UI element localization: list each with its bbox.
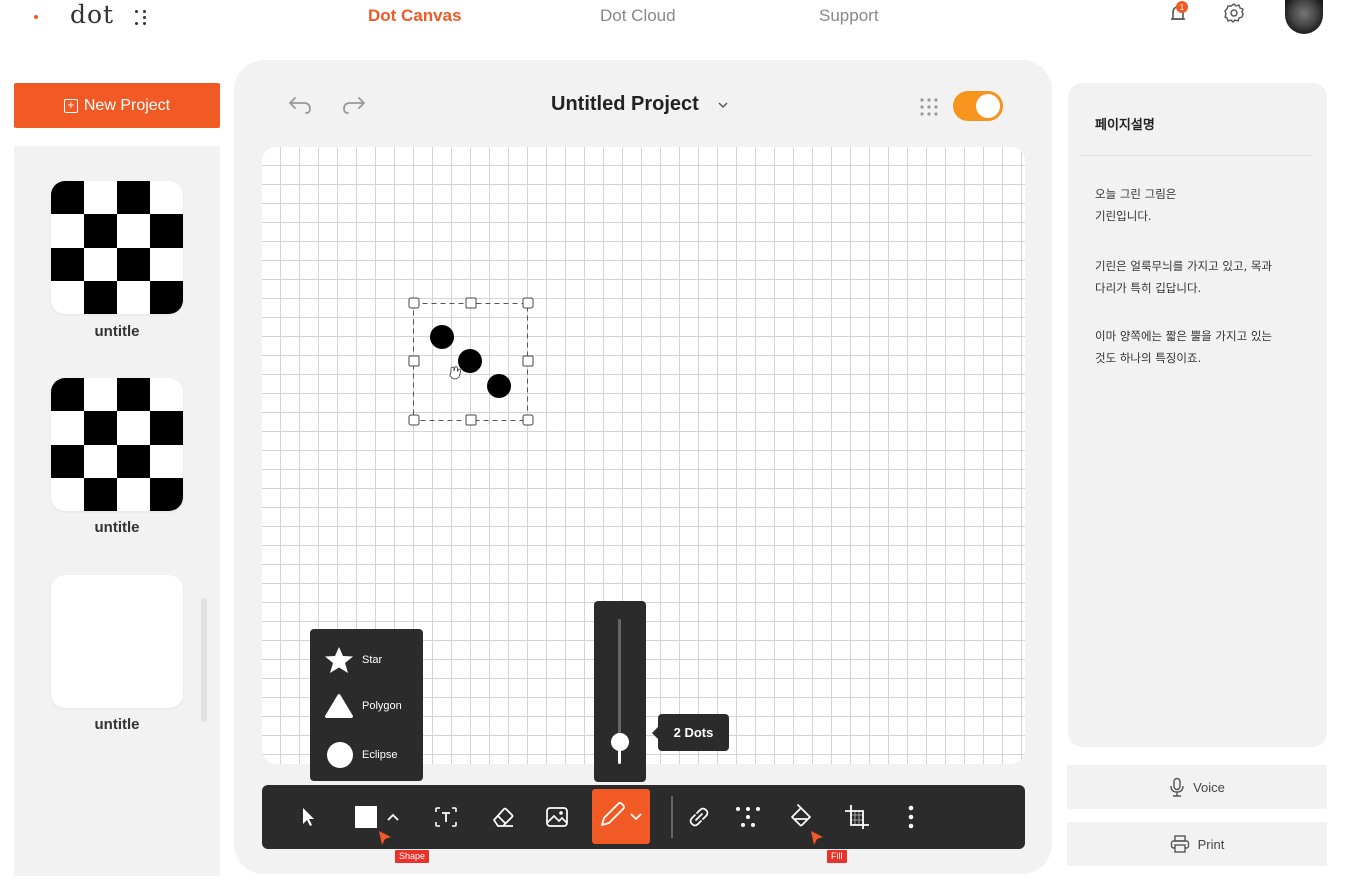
printer-icon	[1170, 835, 1189, 853]
project-thumbnail[interactable]	[51, 378, 183, 511]
toolbar-divider	[671, 796, 673, 838]
canvas-dot[interactable]	[458, 349, 482, 373]
bell-icon[interactable]: 1	[1166, 0, 1192, 30]
print-label: Print	[1197, 836, 1225, 852]
resize-handle[interactable]	[465, 414, 477, 426]
fill-icon[interactable]	[786, 800, 816, 834]
plus-icon: +	[63, 98, 78, 113]
more-icon[interactable]	[903, 800, 919, 834]
voice-button[interactable]: Voice	[1067, 765, 1327, 809]
hand-cursor-icon	[449, 366, 461, 380]
crop-icon[interactable]	[842, 800, 872, 834]
resize-handle[interactable]	[522, 355, 534, 367]
nav-dot-cloud[interactable]: Dot Cloud	[600, 6, 676, 26]
shape-tool-button[interactable]	[352, 800, 402, 834]
project-label[interactable]: untitle	[51, 519, 183, 536]
nav-support[interactable]: Support	[819, 6, 879, 26]
microphone-icon	[1170, 777, 1184, 797]
star-icon	[325, 647, 353, 673]
link-icon[interactable]	[685, 800, 713, 834]
new-project-label: New Project	[83, 96, 171, 114]
description-title: 페이지설명	[1095, 118, 1155, 133]
project-label[interactable]: untitle	[51, 716, 183, 733]
print-button[interactable]: Print	[1067, 822, 1327, 866]
toggle-knob	[976, 94, 1000, 118]
project-thumbnail[interactable]	[51, 575, 183, 708]
avatar[interactable]	[1285, 0, 1323, 34]
shape-option-label: Star	[362, 654, 383, 666]
eraser-icon[interactable]	[489, 800, 517, 834]
select-icon[interactable]	[297, 800, 319, 834]
shape-tool-tag: Shape	[395, 850, 430, 863]
nav-dot-canvas[interactable]: Dot Canvas	[368, 6, 462, 26]
cursor-arrow-icon	[811, 831, 823, 845]
project-title[interactable]: Untitled Project	[551, 93, 699, 116]
logo-dots-icon	[134, 7, 148, 27]
text-icon[interactable]	[432, 800, 460, 834]
project-list-scrollbar[interactable]	[201, 598, 207, 722]
resize-handle[interactable]	[522, 414, 534, 426]
resize-handle[interactable]	[522, 297, 534, 309]
circle-icon	[327, 742, 353, 768]
grid-dots-icon[interactable]	[918, 96, 940, 118]
project-label[interactable]: untitle	[51, 323, 183, 340]
description-paragraph: 이마 양쪽에는 짧은 뿔을 가지고 있는 것도 하나의 특징이죠.	[1095, 329, 1272, 365]
redo-icon[interactable]	[340, 92, 368, 116]
resize-handle[interactable]	[408, 414, 420, 426]
logo-accent-dot	[34, 15, 38, 19]
project-thumbnail[interactable]	[51, 181, 183, 314]
shape-option-label: Polygon	[362, 700, 402, 712]
grid-toggle[interactable]	[953, 91, 1003, 121]
top-nav: dot Dot Canvas Dot Cloud Support 1	[0, 0, 1348, 36]
pen-icon	[601, 802, 642, 826]
canvas-dot[interactable]	[487, 374, 511, 398]
description-paragraph: 기린은 얼룩무늬를 가지고 있고, 목과 다리가 특히 깁답니다.	[1095, 259, 1272, 295]
pen-tool-button[interactable]	[592, 789, 650, 844]
logo[interactable]: dot	[70, 0, 114, 29]
shape-icon	[355, 806, 399, 828]
undo-icon[interactable]	[286, 92, 314, 116]
image-icon[interactable]	[543, 800, 571, 834]
resize-handle[interactable]	[408, 355, 420, 367]
voice-label: Voice	[1193, 779, 1225, 795]
divider	[1081, 155, 1311, 156]
notification-badge: 1	[1180, 3, 1185, 12]
new-project-button[interactable]: + New Project	[14, 83, 220, 128]
cursor-arrow-icon	[379, 831, 391, 845]
shape-option-label: Eclipse	[362, 749, 398, 761]
dots-icon[interactable]	[733, 800, 763, 834]
resize-handle[interactable]	[465, 297, 477, 309]
triangle-icon	[325, 694, 353, 718]
shape-option-polygon[interactable]: Polygon	[324, 692, 402, 720]
gear-icon[interactable]	[1223, 2, 1245, 28]
shape-option-star[interactable]: Star	[324, 646, 382, 674]
canvas-dot[interactable]	[430, 325, 454, 349]
chevron-down-icon[interactable]	[716, 97, 730, 116]
description-paragraph: 오늘 그린 그림은 기린입니다.	[1095, 187, 1177, 223]
shape-option-eclipse[interactable]: Eclipse	[324, 741, 397, 769]
dot-size-tooltip: 2 Dots	[652, 714, 729, 751]
fill-tool-tag: Fill	[827, 850, 847, 863]
resize-handle[interactable]	[408, 297, 420, 309]
